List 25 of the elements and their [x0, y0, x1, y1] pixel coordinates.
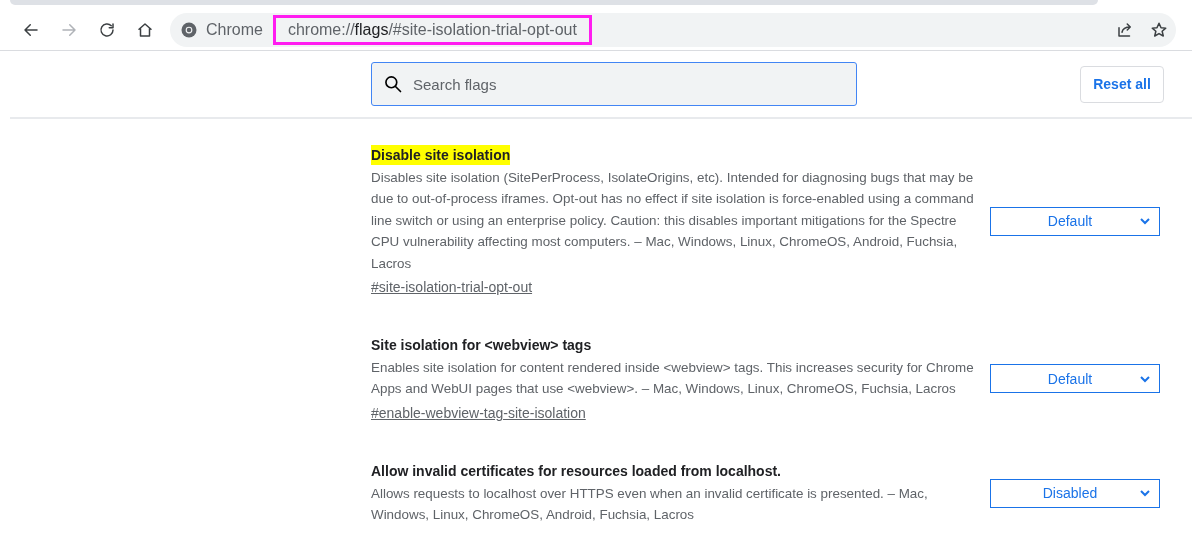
home-icon — [136, 21, 154, 39]
url-text: chrome://flags/#site-isolation-trial-opt-out — [272, 15, 592, 45]
reload-icon — [98, 21, 116, 39]
flag-description: Enables site isolation for content rendered inside <webview> tags. This increases security for Chrome Apps and WebUI pages that use <webview>. – Mac, Windows, Linux, ChromeOS, Fuchsia, Lacros — [371, 359, 975, 399]
flag-description: Allows requests to localhost over HTTPS even when an invalid certificate is presented. – Mac, Windows, Linux, ChromeOS, Android, Fuchsia, Lacros — [371, 484, 929, 525]
flag-title: Allow invalid certificates for resources loaded from localhost. — [371, 461, 781, 481]
share-icon — [1116, 21, 1134, 39]
address-bar[interactable]: Chrome chrome://flags/#site-isolation-trial-opt-out — [170, 13, 1176, 47]
site-label: Chrome — [206, 21, 263, 39]
arrow-left-icon — [22, 21, 40, 39]
chevron-down-icon — [1139, 215, 1151, 227]
search-icon — [383, 74, 403, 94]
flag-description: Disables site isolation (SitePerProcess, IsolateOrigins, etc). Intended for diagnosing bugs that may be due to out-of-process iframes. Opt-out has no effect if site isolation is force-enabled using a command line switch or using an enterprise policy. Caution: this disables important mitigations for the Spectre CPU vulnerability affecting most computers. – Mac, Windows, Linux, ChromeOS, Android, Fuchsia, Lacros — [371, 169, 975, 273]
arrow-right-icon — [60, 21, 78, 39]
flag-title: Disable site isolation — [371, 145, 511, 165]
flag-dropdown[interactable]: Disabled — [990, 478, 1160, 508]
star-icon — [1150, 21, 1168, 39]
chrome-logo-icon — [180, 21, 198, 39]
flag-dropdown[interactable]: Default — [990, 206, 1160, 236]
search-field[interactable]: Search flags — [371, 62, 857, 106]
flag-link[interactable]: #site-isolation-trial-opt-out — [371, 277, 533, 298]
flag-link[interactable]: #enable-webview-tag-site-isolation — [371, 402, 586, 423]
flag-title: Site isolation for <webview> tags — [371, 336, 592, 356]
flag-dropdown[interactable]: Default — [990, 364, 1160, 394]
reset-all-button[interactable]: Reset all — [1080, 65, 1164, 103]
